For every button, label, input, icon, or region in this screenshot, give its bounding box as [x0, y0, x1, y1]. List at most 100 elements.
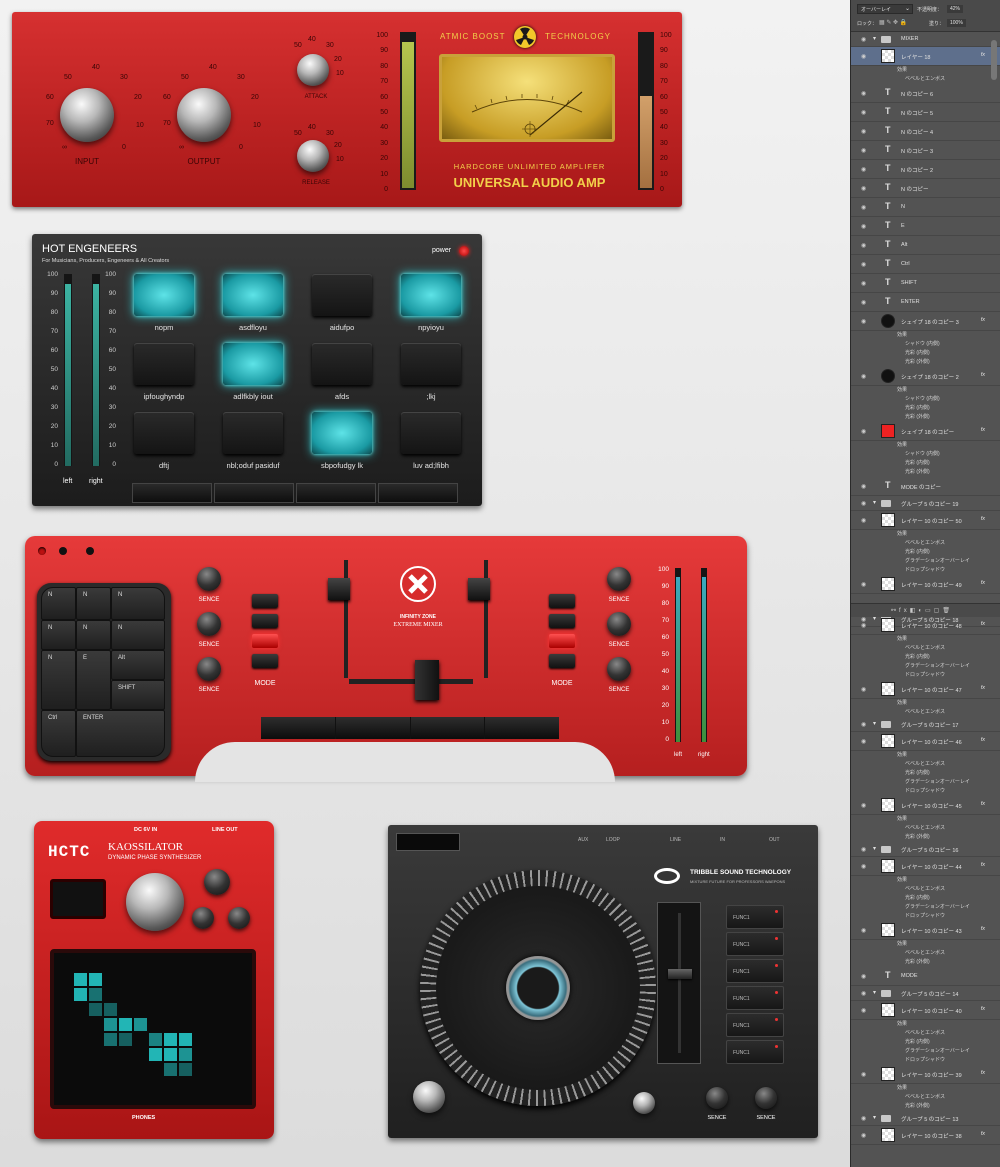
pad-button[interactable]	[312, 274, 372, 316]
layer-row[interactable]: ◉ シェイプ 18 のコピー 2 fx	[851, 367, 1000, 386]
key-alt[interactable]: Alt	[111, 650, 165, 680]
chevron-down-icon[interactable]: ▾	[873, 720, 876, 727]
sence-knob[interactable]	[706, 1087, 728, 1109]
layer-row[interactable]: ◉ T Ctrl	[851, 255, 1000, 274]
effect-row[interactable]: 効果	[851, 940, 1000, 949]
fx-icon[interactable]: fx	[981, 1070, 985, 1076]
key-shift[interactable]: SHIFT	[111, 680, 165, 710]
fx-icon[interactable]: fx	[981, 580, 985, 586]
key-n[interactable]: N	[76, 587, 111, 620]
effect-row[interactable]: ベベルとエンボス	[851, 539, 1000, 548]
mode-button[interactable]	[252, 654, 278, 668]
fx-icon[interactable]: fx	[981, 317, 985, 323]
effect-row[interactable]: 効果	[851, 530, 1000, 539]
effect-row[interactable]: 光彩 (外側)	[851, 958, 1000, 967]
layer-row[interactable]: ◉ T N のコピー 2	[851, 160, 1000, 179]
layer-row[interactable]: ◉ レイヤー 10 のコピー 38 fx	[851, 1126, 1000, 1145]
layer-row[interactable]: ◉ レイヤー 10 のコピー 48 fx	[851, 616, 1000, 635]
eye-icon[interactable]: ◉	[861, 223, 866, 230]
output-knob[interactable]	[177, 88, 231, 142]
pitch-slider[interactable]	[657, 902, 701, 1064]
fx-icon[interactable]: fx	[981, 1006, 985, 1012]
eye-icon[interactable]: ◉	[861, 738, 866, 745]
eye-icon[interactable]: ◉	[861, 36, 866, 43]
effect-row[interactable]: ベベルとエンボス	[851, 885, 1000, 894]
layer-row[interactable]: ◉ T N のコピー 5	[851, 103, 1000, 122]
effect-row[interactable]: 光彩 (外側)	[851, 358, 1000, 367]
bottom-knob[interactable]	[413, 1081, 445, 1113]
panel-scrollbar[interactable]	[991, 40, 997, 80]
effect-row[interactable]: ドロップシャドウ	[851, 671, 1000, 680]
eye-icon[interactable]: ◉	[861, 109, 866, 116]
sence-knob[interactable]	[197, 657, 221, 681]
chevron-down-icon[interactable]: ▾	[873, 845, 876, 852]
bottom-button[interactable]	[214, 483, 294, 503]
chevron-down-icon[interactable]: ▾	[873, 1114, 876, 1121]
eye-icon[interactable]: ◉	[861, 990, 866, 997]
key-ctrl[interactable]: Ctrl	[41, 710, 76, 757]
key-n[interactable]: N	[111, 620, 165, 650]
eye-icon[interactable]: ◉	[861, 802, 866, 809]
layer-row[interactable]: ◉ シェイプ 18 のコピー 3 fx	[851, 312, 1000, 331]
bottom-button[interactable]	[485, 717, 559, 739]
fx-icon[interactable]: fx	[981, 52, 985, 58]
eye-icon[interactable]: ◉	[861, 581, 866, 588]
sence-knob[interactable]	[755, 1087, 777, 1109]
round-button[interactable]	[192, 907, 214, 929]
layer-row[interactable]: ◉ レイヤー 10 のコピー 50 fx	[851, 511, 1000, 530]
effect-row[interactable]: 光彩 (外側)	[851, 833, 1000, 842]
layer-row[interactable]: ◉ T N	[851, 198, 1000, 217]
sence-knob[interactable]	[607, 567, 631, 591]
layer-row[interactable]: ◉ T Alt	[851, 236, 1000, 255]
opacity-value[interactable]: 42%	[947, 5, 964, 13]
effect-row[interactable]: 効果	[851, 699, 1000, 708]
effect-row[interactable]: 光彩 (内側)	[851, 548, 1000, 557]
effect-row[interactable]: 効果	[851, 751, 1000, 760]
round-button[interactable]	[204, 869, 230, 895]
effect-row[interactable]: ベベルとエンボス	[851, 1029, 1000, 1038]
adjust-icon[interactable]: ◐	[918, 608, 925, 614]
effect-row[interactable]: 効果	[851, 331, 1000, 340]
pad-button[interactable]	[401, 412, 461, 454]
effect-row[interactable]: シャドウ (内側)	[851, 395, 1000, 404]
pad-button[interactable]	[134, 412, 194, 454]
effect-row[interactable]: ベベルとエンボス	[851, 949, 1000, 958]
sence-knob[interactable]	[607, 612, 631, 636]
func-button[interactable]: FUNC1	[726, 905, 784, 929]
chevron-down-icon[interactable]: ▾	[873, 499, 876, 506]
func-button[interactable]: FUNC1	[726, 986, 784, 1010]
key-n[interactable]: N	[41, 620, 76, 650]
layer-row[interactable]: ◉ レイヤー 10 のコピー 45 fx	[851, 796, 1000, 815]
lock-icons[interactable]: ▦ ✎ ✥ 🔒	[879, 19, 907, 26]
effect-row[interactable]: 効果	[851, 635, 1000, 644]
bottom-button[interactable]	[132, 483, 212, 503]
fx-icon[interactable]: fx	[981, 427, 985, 433]
bottom-button[interactable]	[335, 717, 410, 739]
key-enter[interactable]: ENTER	[76, 710, 165, 757]
layer-row[interactable]: ◉ レイヤー 10 のコピー 49 fx	[851, 575, 1000, 594]
pad-button[interactable]	[401, 274, 461, 316]
eye-icon[interactable]: ◉	[861, 927, 866, 934]
key-n[interactable]: N	[76, 620, 111, 650]
link-icon[interactable]: ⚯	[891, 608, 899, 614]
func-button[interactable]: FUNC1	[726, 932, 784, 956]
effect-row[interactable]: グラデーションオーバーレイ	[851, 662, 1000, 671]
effect-row[interactable]: 光彩 (内側)	[851, 653, 1000, 662]
layer-row[interactable]: ◉ T ENTER	[851, 293, 1000, 312]
eye-icon[interactable]: ◉	[861, 686, 866, 693]
layer-row[interactable]: ◉ レイヤー 10 のコピー 46 fx	[851, 732, 1000, 751]
effect-row[interactable]: 光彩 (外側)	[851, 1102, 1000, 1111]
eye-icon[interactable]: ◉	[861, 846, 866, 853]
layer-row[interactable]: ◉ レイヤー 10 のコピー 40 fx	[851, 1001, 1000, 1020]
eye-icon[interactable]: ◉	[861, 318, 866, 325]
key-n[interactable]: N	[41, 587, 76, 620]
fx-icon[interactable]: fx	[981, 801, 985, 807]
effect-row[interactable]: ベベルとエンボス	[851, 708, 1000, 717]
fx-icon[interactable]: fx	[899, 608, 910, 614]
platter[interactable]	[420, 870, 656, 1106]
effect-row[interactable]: 光彩 (外側)	[851, 468, 1000, 477]
effect-row[interactable]: グラデーションオーバーレイ	[851, 903, 1000, 912]
eye-icon[interactable]: ◉	[861, 721, 866, 728]
layer-row[interactable]: ◉ レイヤー 10 のコピー 47 fx	[851, 680, 1000, 699]
eye-icon[interactable]: ◉	[861, 128, 866, 135]
